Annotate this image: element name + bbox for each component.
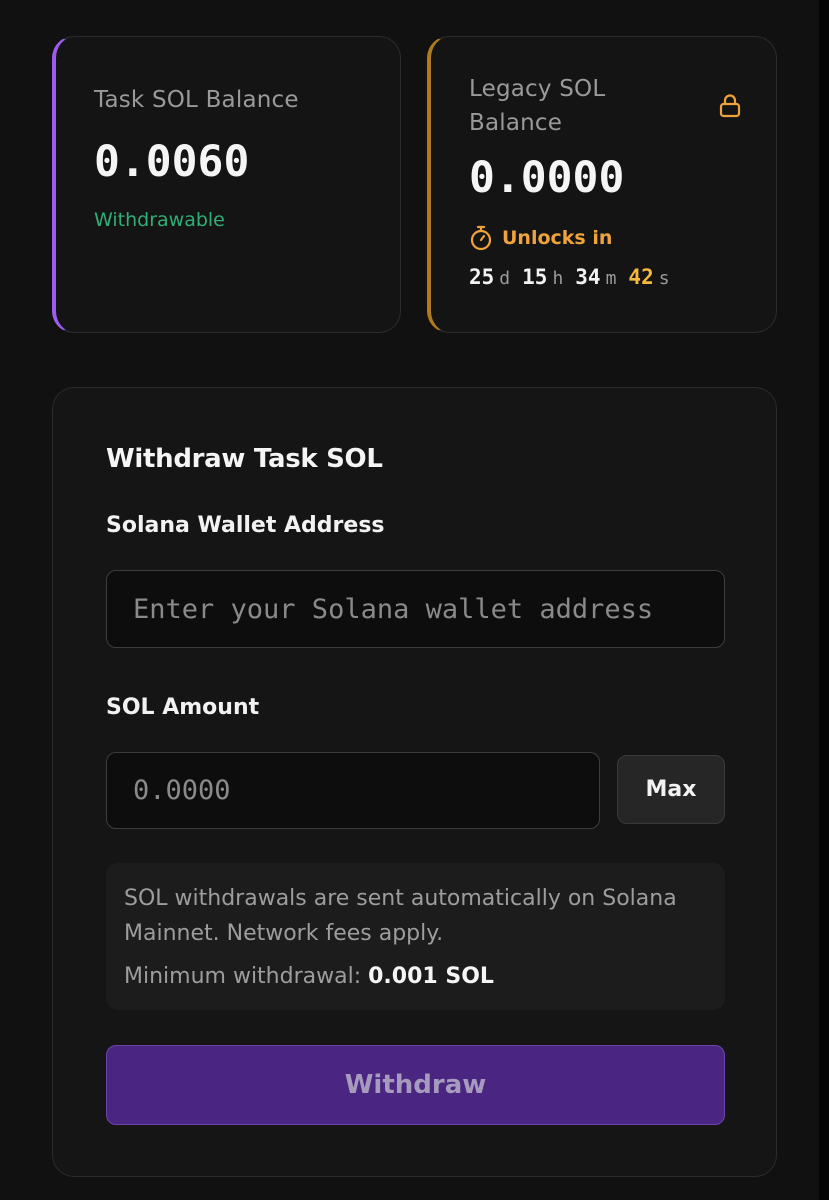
minimum-withdrawal-value: 0.001 SOL	[368, 964, 494, 989]
unlocks-label: Unlocks in	[502, 227, 613, 249]
wallet-address-label: Solana Wallet Address	[106, 513, 385, 538]
countdown-minutes: 34	[575, 265, 601, 289]
countdown-days-unit: d	[499, 268, 511, 289]
legacy-balance-label: Legacy SOL Balance	[469, 76, 606, 136]
countdown-days: 25	[469, 265, 495, 289]
withdrawal-info-text: SOL withdrawals are sent automatically o…	[124, 886, 677, 946]
unlocks-row: Unlocks in	[469, 225, 612, 251]
lock-icon	[719, 94, 741, 118]
legacy-balance-value: 0.0000	[469, 153, 625, 203]
unlock-countdown: 25 d 15 h 34 m 42 s	[469, 265, 682, 289]
legacy-sol-balance-card: Legacy SOL Balance 0.0000 Unlocks in 25 …	[427, 36, 777, 333]
withdrawable-status: Withdrawable	[94, 209, 225, 231]
task-balance-value: 0.0060	[94, 137, 250, 187]
sol-amount-input[interactable]	[106, 752, 600, 829]
minimum-withdrawal: Minimum withdrawal: 0.001 SOL	[124, 959, 707, 994]
countdown-seconds-unit: s	[658, 268, 670, 289]
max-button[interactable]: Max	[617, 755, 725, 824]
wallet-address-input[interactable]	[106, 570, 725, 648]
countdown-hours-unit: h	[552, 268, 564, 289]
sol-amount-label: SOL Amount	[106, 695, 260, 720]
task-balance-label: Task SOL Balance	[94, 87, 299, 113]
withdrawal-info-box: SOL withdrawals are sent automatically o…	[106, 863, 725, 1010]
withdraw-form-card: Withdraw Task SOL Solana Wallet Address …	[52, 387, 777, 1177]
withdraw-button[interactable]: Withdraw	[106, 1045, 725, 1125]
scrollbar-track[interactable]	[819, 0, 829, 1200]
minimum-withdrawal-label: Minimum withdrawal:	[124, 964, 362, 989]
countdown-seconds: 42	[628, 265, 654, 289]
withdraw-form-title: Withdraw Task SOL	[106, 444, 383, 474]
countdown-hours: 15	[522, 265, 548, 289]
stopwatch-icon	[470, 225, 492, 251]
countdown-minutes-unit: m	[605, 268, 617, 289]
task-sol-balance-card: Task SOL Balance 0.0060 Withdrawable	[52, 36, 401, 333]
